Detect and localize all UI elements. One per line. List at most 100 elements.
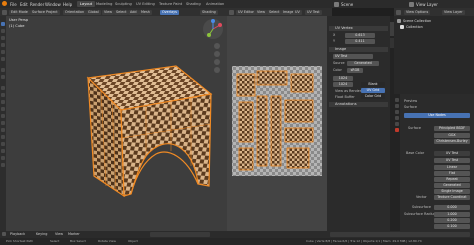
- shrink-icon[interactable]: [1, 149, 5, 153]
- extension-dropdown[interactable]: Repeat: [434, 177, 470, 182]
- tab-uv-editing[interactable]: UV Editing: [133, 1, 158, 7]
- bevel-icon[interactable]: [1, 100, 5, 104]
- image-texture-name[interactable]: UV Test: [434, 158, 470, 163]
- base-color-texture[interactable]: UV Test: [434, 151, 470, 156]
- distribution-dropdown[interactable]: GGX: [434, 133, 470, 138]
- projection-dropdown[interactable]: Flat: [434, 171, 470, 176]
- uv-editor-type-icon[interactable]: [229, 9, 234, 15]
- inset-icon[interactable]: [1, 93, 5, 97]
- material-props-icon[interactable]: [395, 128, 399, 132]
- menu-file[interactable]: File: [10, 2, 17, 7]
- source-type-field[interactable]: Generated: [434, 183, 470, 188]
- view-options-dropdown[interactable]: View Options: [404, 9, 431, 15]
- uv-select-menu[interactable]: Select: [267, 9, 282, 15]
- subsurface-field[interactable]: 0.000: [434, 205, 470, 210]
- poly-build-icon[interactable]: [1, 121, 5, 125]
- view-menu[interactable]: View: [102, 9, 115, 15]
- color-dropdown[interactable]: sRGB: [347, 68, 363, 73]
- uv-editor-dropdown[interactable]: UV Editor: [236, 9, 256, 15]
- rip-icon[interactable]: [1, 163, 5, 167]
- collection-label[interactable]: Collection: [406, 25, 423, 29]
- view-menu-timeline[interactable]: View: [55, 232, 63, 236]
- smooth-icon[interactable]: [1, 135, 5, 139]
- subsurface-radius-field[interactable]: 1.000: [434, 212, 470, 217]
- x-resolution-field[interactable]: 1024: [333, 76, 353, 81]
- subsurface-radius-z[interactable]: 0.100: [434, 224, 470, 229]
- outliner-view-layer[interactable]: View Layer: [442, 9, 465, 15]
- tab-sculpting[interactable]: Sculpting: [112, 1, 135, 7]
- transform-icon[interactable]: [1, 57, 5, 61]
- add-menu[interactable]: Add: [128, 9, 139, 15]
- scale-icon[interactable]: [1, 50, 5, 54]
- mesh-menu[interactable]: Mesh: [139, 9, 152, 15]
- uv-vertex-section[interactable]: UV Vertex: [329, 26, 388, 31]
- timeline-type-icon[interactable]: [2, 232, 6, 236]
- global-dropdown[interactable]: Global: [86, 9, 101, 15]
- blank-option[interactable]: Blank: [361, 82, 385, 87]
- spin-icon[interactable]: [1, 128, 5, 132]
- knife-icon[interactable]: [1, 114, 5, 118]
- select-menu[interactable]: Select: [114, 9, 129, 15]
- playback-controls[interactable]: [150, 232, 210, 237]
- scene-props-icon[interactable]: [395, 110, 399, 114]
- image-section[interactable]: Image: [329, 47, 388, 52]
- render-props-icon[interactable]: [395, 98, 399, 102]
- blender-logo-icon[interactable]: [2, 1, 7, 6]
- preview-section[interactable]: Preview: [404, 99, 417, 103]
- marker-menu[interactable]: Marker: [68, 232, 80, 236]
- menu-window[interactable]: Window: [45, 2, 61, 7]
- annotations-section[interactable]: Annotations: [329, 102, 388, 107]
- tab-texture-paint[interactable]: Texture Paint: [156, 1, 185, 7]
- select-box-icon[interactable]: [1, 22, 5, 26]
- modifier-props-icon[interactable]: [395, 122, 399, 126]
- view-as-render-label[interactable]: View as Render: [335, 89, 361, 93]
- output-props-icon[interactable]: [395, 104, 399, 108]
- vector-field[interactable]: Texture Coordinat: [434, 195, 470, 200]
- source-dropdown[interactable]: Generated: [347, 61, 379, 66]
- keying-menu[interactable]: Keying: [36, 232, 47, 236]
- overlays-toggle[interactable]: Overlays: [160, 9, 179, 15]
- scene-name[interactable]: Scene: [341, 2, 353, 7]
- surface-project-toggle[interactable]: Surface Project: [30, 9, 60, 15]
- edge-slide-icon[interactable]: [1, 142, 5, 146]
- move-icon[interactable]: [1, 36, 5, 40]
- y-resolution-field[interactable]: 1024: [333, 82, 353, 87]
- uv-x-field[interactable]: 0.613: [345, 33, 375, 38]
- 3d-viewport[interactable]: User Persp (1) Cube: [6, 16, 227, 231]
- outliner-type-icon[interactable]: [396, 9, 401, 15]
- menu-edit[interactable]: Edit: [20, 2, 28, 7]
- orientation-dropdown[interactable]: Orientation: [63, 9, 87, 15]
- color-grid-option[interactable]: Color Grid: [361, 94, 385, 99]
- menu-render[interactable]: Render: [30, 2, 44, 7]
- extrude-icon[interactable]: [1, 86, 5, 90]
- surface-shader-field[interactable]: Principled BSDF: [434, 126, 470, 131]
- subsurface-method-dropdown[interactable]: Christensen-Burley: [434, 139, 470, 144]
- editor-type-icon[interactable]: [2, 9, 7, 15]
- tab-shading[interactable]: Shading: [183, 1, 204, 7]
- rotate-icon[interactable]: [1, 43, 5, 47]
- interpolation-dropdown[interactable]: Linear: [434, 165, 470, 170]
- image-source-dropdown[interactable]: Single Image: [434, 189, 470, 194]
- uv-grid-option[interactable]: UV Grid: [361, 88, 385, 93]
- surface-section[interactable]: Surface: [404, 105, 417, 109]
- frame-range[interactable]: [330, 232, 470, 237]
- playback-menu[interactable]: Playback: [10, 232, 25, 236]
- shading-dropdown[interactable]: Shading: [200, 9, 218, 15]
- uv-layout[interactable]: [227, 16, 327, 231]
- menu-help[interactable]: Help: [63, 2, 72, 7]
- uv-y-field[interactable]: 0.411: [345, 39, 375, 44]
- view-layer-name[interactable]: View Layer: [416, 2, 438, 7]
- image-name-field[interactable]: UV Test: [333, 54, 373, 59]
- measure-icon[interactable]: [1, 75, 5, 79]
- tab-animation[interactable]: Animation: [203, 1, 227, 7]
- cursor-icon[interactable]: [1, 29, 5, 33]
- uv-view-menu[interactable]: View: [255, 9, 268, 15]
- loop-cut-icon[interactable]: [1, 107, 5, 111]
- uv-image-viewport[interactable]: [227, 16, 327, 231]
- object-props-icon[interactable]: [395, 116, 399, 120]
- cube-mesh[interactable]: [6, 16, 227, 231]
- mode-dropdown[interactable]: Edit Mode: [9, 9, 30, 15]
- float-buffer-label[interactable]: Float Buffer: [335, 95, 355, 99]
- uv-uv-menu[interactable]: UV: [293, 9, 302, 15]
- annotate-icon[interactable]: [1, 68, 5, 72]
